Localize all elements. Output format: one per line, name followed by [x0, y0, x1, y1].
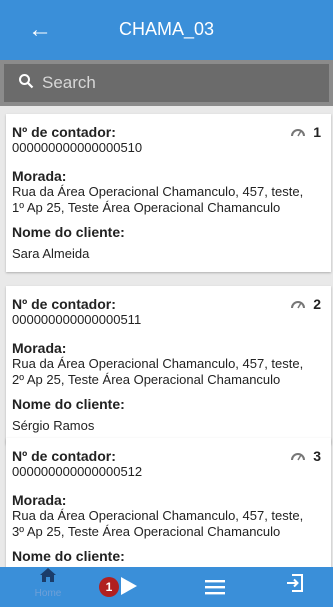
page-title: CHAMA_03 [118, 19, 215, 39]
nav-home[interactable]: Home [18, 567, 78, 607]
list-item[interactable]: 3 Nº de contador: 000000000000000512 Mor… [6, 438, 331, 587]
address-line-1: Rua da Área Operacional Chamanculo, 457,… [12, 508, 304, 523]
app-bar: ← CHAMA_03 [0, 0, 333, 60]
client-name-label: Nome do cliente: [12, 548, 125, 564]
notification-badge: 1 [99, 577, 119, 597]
nav-menu[interactable] [205, 575, 225, 601]
search-bar [0, 60, 333, 106]
meter-list[interactable]: 1 Nº de contador: 000000000000000510 Mor… [0, 106, 333, 587]
address-line-1: Rua da Área Operacional Chamanculo, 457,… [12, 184, 304, 199]
meter-number: 000000000000000512 [12, 464, 143, 479]
address-line-1: Rua da Área Operacional Chamanculo, 457,… [12, 356, 304, 371]
meter-number-label: Nº de contador: [12, 448, 116, 464]
menu-icon [205, 575, 225, 600]
client-name: Sara Almeida [12, 246, 90, 261]
item-index: 2 [313, 296, 321, 312]
address-label: Morada: [12, 168, 67, 184]
item-index: 1 [313, 124, 321, 140]
item-index: 3 [313, 448, 321, 464]
address-label: Morada: [12, 492, 67, 508]
meter-number-label: Nº de contador: [12, 124, 116, 140]
search-input[interactable] [42, 70, 302, 96]
list-item[interactable]: 2 Nº de contador: 000000000000000511 Mor… [6, 286, 331, 444]
meter-number-label: Nº de contador: [12, 296, 116, 312]
exit-icon [286, 574, 304, 597]
client-name-label: Nome do cliente: [12, 396, 125, 412]
list-item[interactable]: 1 Nº de contador: 000000000000000510 Mor… [6, 114, 331, 272]
address-line-2: 2º Ap 25, Teste Área Operacional Chamanc… [12, 372, 281, 387]
nav-exit[interactable] [286, 574, 304, 598]
meter-number: 000000000000000511 [12, 312, 142, 327]
address-label: Morada: [12, 340, 67, 356]
search-icon [18, 73, 34, 94]
client-name: Sérgio Ramos [12, 418, 95, 433]
home-icon [18, 567, 78, 588]
search-box[interactable] [4, 64, 329, 102]
client-name-label: Nome do cliente: [12, 224, 125, 240]
meter-number: 000000000000000510 [12, 140, 143, 155]
address-line-2: 3º Ap 25, Teste Área Operacional Chamanc… [12, 524, 281, 539]
play-icon [119, 575, 139, 603]
nav-play[interactable]: 1 [94, 570, 146, 606]
address-line-2: 1º Ap 25, Teste Área Operacional Chamanc… [12, 200, 281, 215]
home-label: Home [34, 588, 62, 599]
